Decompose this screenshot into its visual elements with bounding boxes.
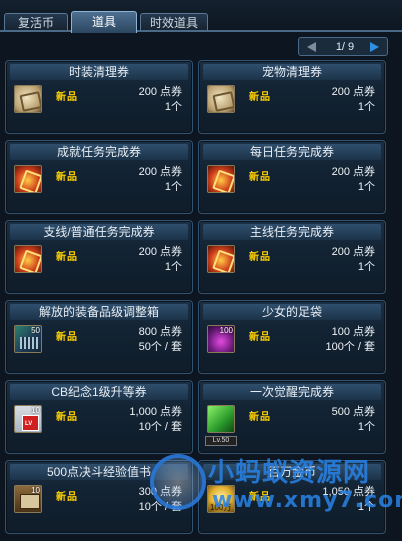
item-card[interactable]: 主线任务完成券新品 200 点券 1个 xyxy=(198,220,386,294)
new-badge: 新品 xyxy=(56,492,78,503)
next-page-arrow-icon[interactable] xyxy=(370,42,379,52)
item-price: 200 点券 xyxy=(138,166,182,178)
level-up-icon[interactable]: 10 xyxy=(14,405,42,433)
item-price: 1,050 点券 xyxy=(322,486,375,498)
item-title: 一次觉醒完成券 xyxy=(203,384,381,400)
shop-window: 复活币 道具 时效道具 1/ 9 时装清理券新品 200 点券 1个 宠物清理券新品 2… xyxy=(0,0,402,541)
tab-timed-items[interactable]: 时效道具 xyxy=(140,13,208,32)
new-badge: 新品 xyxy=(56,92,78,103)
item-title: CB纪念1级升等券 xyxy=(10,384,188,400)
stack-count: 50 xyxy=(31,326,40,335)
item-quantity: 1个 xyxy=(357,101,375,113)
stack-count: 100 xyxy=(219,326,233,335)
item-title: 时装清理券 xyxy=(10,64,188,80)
quest-ticket-icon[interactable] xyxy=(207,165,235,193)
stack-count: 10 xyxy=(31,406,40,415)
item-quantity: 10个 / 套 xyxy=(138,501,182,513)
tab-items[interactable]: 道具 xyxy=(71,11,137,33)
new-badge: 新品 xyxy=(249,252,271,263)
item-card[interactable]: 一次觉醒完成券 Lv.50 新品 500 点券 1个 xyxy=(198,380,386,454)
scroll-icon[interactable] xyxy=(14,85,42,113)
item-title: 少女的足袋 xyxy=(203,304,381,320)
item-card[interactable]: 解放的装备品级调整箱 50 新品 800 点券 50个 / 套 xyxy=(5,300,193,374)
new-badge: 新品 xyxy=(249,492,271,503)
quest-ticket-icon[interactable] xyxy=(207,245,235,273)
awakening-icon[interactable] xyxy=(207,405,235,433)
item-card[interactable]: 支线/普通任务完成券新品 200 点券 1个 xyxy=(5,220,193,294)
new-badge: 新品 xyxy=(56,332,78,343)
new-badge: 新品 xyxy=(56,252,78,263)
item-quantity: 1个 xyxy=(357,261,375,273)
item-quantity: 1个 xyxy=(357,501,375,513)
new-badge: 新品 xyxy=(249,412,271,423)
new-badge: 新品 xyxy=(249,332,271,343)
item-title: 主线任务完成券 xyxy=(203,224,381,240)
equipment-box-icon[interactable]: 50 xyxy=(14,325,42,353)
item-price: 800 点券 xyxy=(138,326,182,338)
new-badge: 新品 xyxy=(56,172,78,183)
item-quantity: 1个 xyxy=(357,181,375,193)
item-title: 解放的装备品级调整箱 xyxy=(10,304,188,320)
book-icon[interactable]: 10 xyxy=(14,485,42,513)
quest-ticket-icon[interactable] xyxy=(14,245,42,273)
item-price: 200 点券 xyxy=(138,246,182,258)
item-quantity: 1个 xyxy=(164,101,182,113)
item-card[interactable]: 每日任务完成券新品 200 点券 1个 xyxy=(198,140,386,214)
tab-revive-coin[interactable]: 复活币 xyxy=(4,13,68,32)
socks-icon[interactable]: 100 xyxy=(207,325,235,353)
item-quantity: 1个 xyxy=(164,181,182,193)
new-badge: 新品 xyxy=(249,172,271,183)
item-card[interactable]: 成就任务完成券新品 200 点券 1个 xyxy=(5,140,193,214)
item-card[interactable]: CB纪念1级升等券 10 新品 1,000 点券 10个 / 套 xyxy=(5,380,193,454)
item-card[interactable]: 500点决斗经验值书 10 新品 300 点券 10个 / 套 xyxy=(5,460,193,534)
item-title: 百万金币 xyxy=(203,464,381,480)
coin-icon[interactable]: 100万 xyxy=(207,485,235,513)
item-title: 成就任务完成券 xyxy=(10,144,188,160)
item-title: 宠物清理券 xyxy=(203,64,381,80)
item-quantity: 1个 xyxy=(164,261,182,273)
item-quantity: 50个 / 套 xyxy=(138,341,182,353)
item-title: 支线/普通任务完成券 xyxy=(10,224,188,240)
prev-page-arrow-icon[interactable] xyxy=(307,42,316,52)
item-quantity: 1个 xyxy=(357,421,375,433)
new-badge: 新品 xyxy=(56,412,78,423)
item-quantity: 10个 / 套 xyxy=(138,421,182,433)
quest-ticket-icon[interactable] xyxy=(14,165,42,193)
pagination: 1/ 9 xyxy=(298,37,388,56)
item-price: 500 点券 xyxy=(331,406,375,418)
item-price: 1,000 点券 xyxy=(129,406,182,418)
level-tag: Lv.50 xyxy=(205,436,237,446)
page-indicator: 1/ 9 xyxy=(335,41,355,53)
item-price: 200 点券 xyxy=(331,86,375,98)
item-price: 300 点券 xyxy=(138,486,182,498)
item-card[interactable]: 宠物清理券新品 200 点券 1个 xyxy=(198,60,386,134)
item-price: 100 点券 xyxy=(331,326,375,338)
item-title: 500点决斗经验值书 xyxy=(10,464,188,480)
item-price: 200 点券 xyxy=(138,86,182,98)
new-badge: 新品 xyxy=(249,92,271,103)
item-card[interactable]: 时装清理券新品 200 点券 1个 xyxy=(5,60,193,134)
item-quantity: 100个 / 套 xyxy=(325,341,375,353)
stack-count: 10 xyxy=(31,486,40,495)
item-card[interactable]: 少女的足袋 100 新品 100 点券 100个 / 套 xyxy=(198,300,386,374)
tab-bar: 复活币 道具 时效道具 xyxy=(0,0,402,33)
item-title: 每日任务完成券 xyxy=(203,144,381,160)
item-card[interactable]: 百万金币 100万 新品 1,050 点券 1个 xyxy=(198,460,386,534)
item-price: 200 点券 xyxy=(331,246,375,258)
item-price: 200 点券 xyxy=(331,166,375,178)
scroll-icon[interactable] xyxy=(207,85,235,113)
icon-text: 100万 xyxy=(210,503,232,512)
